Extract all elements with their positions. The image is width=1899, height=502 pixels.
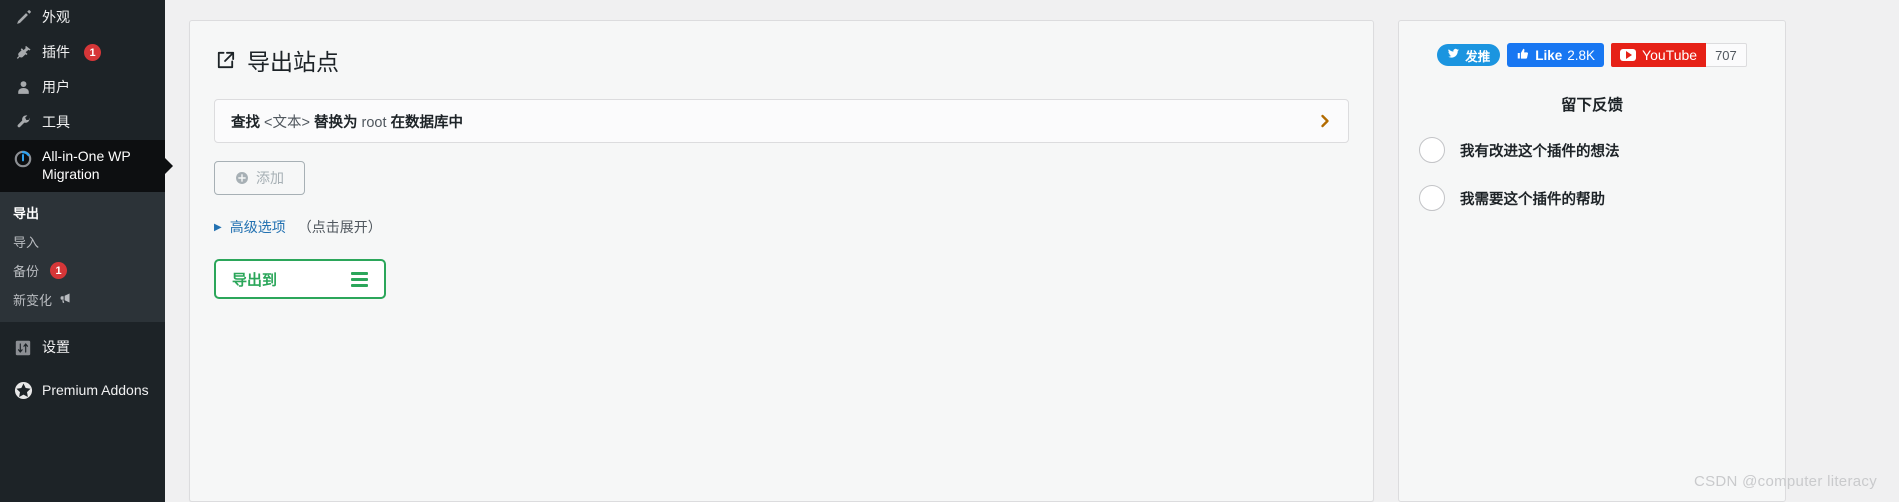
add-button-label: 添加 — [256, 170, 284, 186]
feedback-option-idea[interactable]: 我有改进这个插件的想法 — [1419, 137, 1765, 163]
find-label: 查找 — [231, 114, 260, 131]
sidebar-divider-2 — [0, 365, 165, 373]
feedback-title: 留下反馈 — [1560, 97, 1623, 114]
scope-label: 在数据库中 — [390, 114, 464, 131]
plus-circle-icon — [235, 171, 249, 185]
caret-right-icon: ▶ — [214, 221, 222, 233]
sidebar-item-all-in-one-wp-migration[interactable]: All-in-One WP Migration — [0, 140, 173, 192]
export-to-label: 导出到 — [232, 271, 278, 289]
sidebar-submenu: 导出 导入 备份 1 新变化 — [0, 192, 165, 322]
watermark: CSDN @computer literacy — [1693, 473, 1877, 490]
facebook-like-count: 2.8K — [1567, 47, 1596, 63]
settings-sliders-icon — [13, 338, 33, 358]
advanced-options-row[interactable]: ▶ 高级选项 （点击展开） — [214, 217, 1349, 237]
sidebar-subitem-label: 备份 — [13, 264, 40, 279]
megaphone-icon — [58, 291, 72, 308]
twitter-label: 发推 — [1465, 49, 1491, 64]
sidebar-item-label: 用户 — [42, 79, 70, 96]
sidebar-badge-plugins: 1 — [84, 44, 101, 61]
find-replace-row[interactable]: 查找 <文本> 替换为 root 在数据库中 — [214, 99, 1349, 143]
export-to-button[interactable]: 导出到 — [214, 259, 386, 299]
appearance-brush-icon — [13, 8, 33, 28]
export-site-card: 导出站点 查找 <文本> 替换为 root 在数据库中 添加 ▶ 高级选项 （点… — [189, 20, 1374, 502]
sidebar-item-export[interactable]: 导出 — [0, 198, 165, 227]
sidebar-item-settings[interactable]: 设置 — [0, 330, 165, 365]
sidebar-divider — [0, 322, 165, 330]
main-content: 导出站点 查找 <文本> 替换为 root 在数据库中 添加 ▶ 高级选项 （点… — [165, 0, 1899, 502]
aiowpm-logo-icon — [13, 149, 33, 169]
sidebar-item-label: 外观 — [42, 9, 70, 26]
sidebar-item-label: 插件 — [42, 44, 70, 61]
facebook-like-label: Like — [1535, 47, 1563, 63]
youtube-subscribe-button[interactable]: YouTube 707 — [1611, 43, 1747, 67]
add-button[interactable]: 添加 — [214, 161, 305, 195]
sidebar-item-premium-addons[interactable]: Premium Addons — [0, 373, 165, 408]
twitter-bird-icon — [1447, 47, 1460, 63]
radio-button[interactable] — [1419, 185, 1445, 211]
sidebar-item-users[interactable]: 用户 — [0, 70, 165, 105]
advanced-options-link[interactable]: 高级选项 — [230, 217, 286, 237]
feedback-option-label: 我需要这个插件的帮助 — [1460, 191, 1605, 208]
sidebar-item-tools[interactable]: 工具 — [0, 105, 165, 140]
facebook-like-button[interactable]: Like 2.8K — [1507, 43, 1605, 67]
admin-sidebar: 外观 插件 1 用户 工具 All-in-One WP Migration 导出… — [0, 0, 173, 502]
sidebar-item-backups[interactable]: 备份 1 — [0, 256, 165, 285]
youtube-subscriber-count: 707 — [1706, 43, 1747, 67]
sidebar-subitem-label: 导入 — [13, 235, 40, 250]
replace-label: 替换为 — [314, 114, 358, 131]
feedback-option-help[interactable]: 我需要这个插件的帮助 — [1419, 185, 1765, 211]
users-person-icon — [13, 78, 33, 98]
thumbs-up-icon — [1516, 47, 1530, 64]
sidebar-item-whats-new[interactable]: 新变化 — [0, 285, 165, 314]
admin-screen: 外观 插件 1 用户 工具 All-in-One WP Migration 导出… — [0, 0, 1899, 502]
sidebar-item-label: 设置 — [42, 339, 70, 356]
tools-wrench-icon — [13, 113, 33, 133]
social-buttons: 发推 Like 2.8K YouTube 707 — [1419, 43, 1765, 67]
sidebar-subitem-label: 导出 — [13, 206, 40, 221]
sidebar-item-label: Premium Addons — [42, 382, 149, 399]
feedback-panel: 发推 Like 2.8K YouTube 707 留下反馈 我有改进这个插件的想… — [1398, 20, 1786, 502]
advanced-options-hint: （点击展开） — [297, 219, 382, 235]
export-box-arrow-icon — [214, 49, 237, 72]
chevron-right-icon[interactable] — [1318, 113, 1332, 129]
sidebar-item-label: 工具 — [42, 114, 70, 131]
sidebar-item-label: All-in-One WP Migration — [42, 148, 131, 182]
sidebar-badge-backups: 1 — [50, 262, 68, 279]
find-replace-text: 查找 <文本> 替换为 root 在数据库中 — [231, 111, 463, 132]
sidebar-item-import[interactable]: 导入 — [0, 227, 165, 256]
page-title-text: 导出站点 — [247, 49, 339, 75]
youtube-play-icon — [1620, 49, 1637, 61]
youtube-button-main[interactable]: YouTube — [1611, 43, 1707, 67]
radio-button[interactable] — [1419, 137, 1445, 163]
premium-star-icon — [13, 381, 33, 401]
twitter-share-button[interactable]: 发推 — [1437, 44, 1501, 66]
hamburger-menu-icon — [351, 271, 368, 287]
sidebar-subitem-label: 新变化 — [13, 293, 53, 308]
feedback-option-label: 我有改进这个插件的想法 — [1460, 143, 1620, 160]
youtube-label: YouTube — [1642, 47, 1698, 63]
sidebar-item-plugins[interactable]: 插件 1 — [0, 35, 165, 70]
replace-value: root — [361, 114, 387, 131]
plugins-plug-icon — [13, 43, 33, 63]
page-title: 导出站点 — [214, 43, 1349, 77]
sidebar-item-appearance[interactable]: 外观 — [0, 0, 165, 35]
find-value: <文本> — [264, 114, 310, 131]
